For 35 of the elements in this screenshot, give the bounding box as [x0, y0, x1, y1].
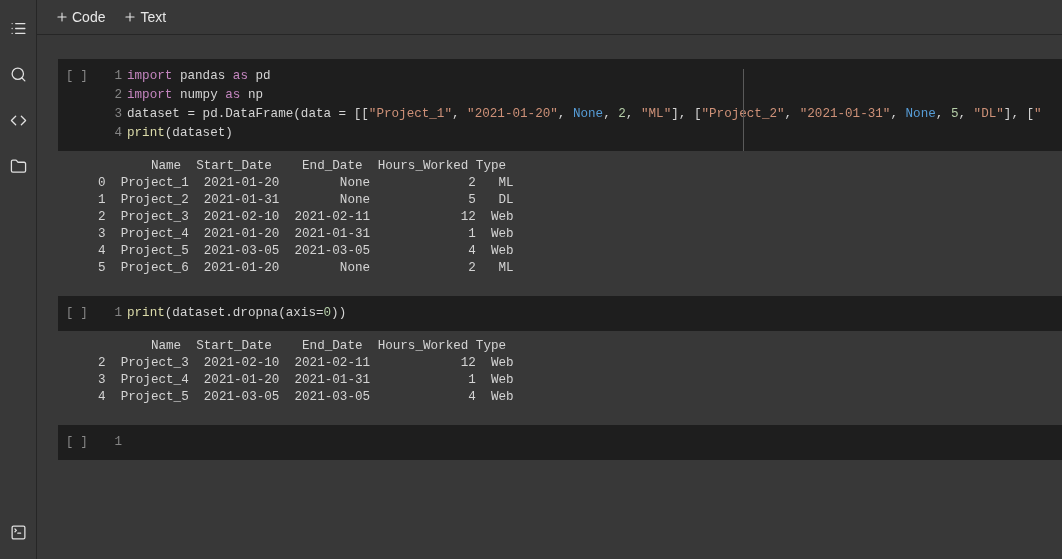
run-marker[interactable]: [ ] — [58, 67, 100, 143]
plus-icon — [123, 10, 138, 24]
search-icon — [9, 65, 27, 83]
code-cell[interactable]: [ ] 1 — [58, 425, 1062, 460]
output-line: 0 Project_1 2021-01-20 None 2 ML — [98, 175, 514, 192]
code-line: import pandas as pd — [126, 68, 271, 85]
output-line: 5 Project_6 2021-01-20 None 2 ML — [98, 260, 514, 277]
output-line: Name Start_Date End_Date Hours_Worked Type — [149, 158, 507, 175]
line-number: 3 — [113, 106, 122, 123]
line-number: 1 — [113, 305, 122, 322]
code-line: dataset = pd.DataFrame(data = [["Project_1", "2021-01-20", None, 2, "ML"], ["Project_2", "2021-01-31", None, 5, "DL"], [" — [126, 106, 1042, 123]
line-number: 1 — [113, 68, 122, 85]
terminal-icon — [9, 523, 27, 541]
add-cell-button[interactable]: Text — [121, 6, 169, 28]
code-cell[interactable]: [ ] 1 print(dataset.dropna(axis=0)) — [58, 296, 1062, 331]
output-line: 4 Project_5 2021-03-05 2021-03-05 4 Web — [98, 243, 514, 260]
line-number: 4 — [113, 125, 122, 142]
output-line: Name Start_Date End_Date Hours_Worked Type — [149, 338, 507, 355]
line-number: 2 — [113, 87, 122, 104]
code-line: print(dataset) — [126, 125, 233, 142]
output-line: 4 Project_5 2021-03-05 2021-03-05 4 Web — [98, 389, 514, 406]
run-marker[interactable]: [ ] — [58, 304, 100, 323]
output-line: 3 Project_4 2021-01-20 2021-01-31 1 Web — [98, 372, 514, 389]
output-line: 3 Project_4 2021-01-20 2021-01-31 1 Web — [98, 226, 514, 243]
line-number: 1 — [113, 434, 122, 451]
add-cell-button[interactable]: Code — [53, 6, 108, 28]
output-line: 2 Project_3 2021-02-10 2021-02-11 12 Web — [98, 209, 514, 226]
code-line: print(dataset.dropna(axis=0)) — [126, 305, 347, 322]
run-marker[interactable]: [ ] — [58, 433, 100, 452]
plus-icon — [55, 10, 69, 24]
output-line: 2 Project_3 2021-02-10 2021-02-11 12 Web — [98, 355, 514, 372]
folder-icon — [9, 157, 27, 175]
code-line: import numpy as np — [126, 87, 264, 104]
output-line: 1 Project_2 2021-01-31 None 5 DL — [98, 192, 514, 209]
code-cell[interactable]: [ ] 1 import pandas as pd 2 import numpy as np 3 dataset = pd.DataFrame(data = [["Project_1", "2021-01-20", None, 2, "ML"], ["Project_2", "2021-01-31", None, 5, "DL"], [" 4 print(dataset) — [58, 59, 1062, 151]
